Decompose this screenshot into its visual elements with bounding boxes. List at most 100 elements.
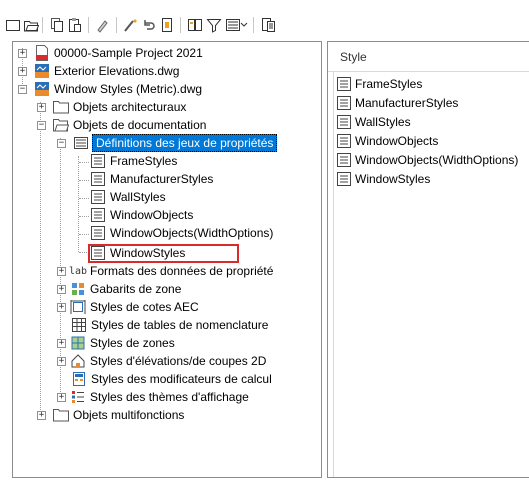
tree-item-styles-tables-nomenclature[interactable]: Styles de tables de nomenclature bbox=[71, 316, 268, 334]
undo-icon[interactable] bbox=[140, 16, 158, 34]
purge-icon[interactable] bbox=[94, 16, 112, 34]
calc-modifier-icon bbox=[71, 371, 87, 387]
tree-item-framestyles[interactable]: FrameStyles bbox=[90, 152, 177, 170]
collapse-icon[interactable]: − bbox=[37, 120, 46, 130]
tree-item-styles-themes-affichage[interactable]: + Styles des thèmes d'affichage bbox=[57, 388, 249, 406]
expand-icon[interactable]: + bbox=[18, 66, 27, 76]
elevation-section-icon bbox=[70, 353, 86, 369]
style-icon bbox=[90, 153, 106, 169]
expand-icon[interactable]: + bbox=[57, 338, 66, 348]
tree-item-label: Objets architecturaux bbox=[73, 100, 187, 114]
collapse-icon[interactable]: − bbox=[57, 138, 66, 148]
tree-connector bbox=[78, 156, 79, 252]
tree-item-wallstyles[interactable]: WallStyles bbox=[90, 188, 166, 206]
publish-icon[interactable] bbox=[259, 16, 277, 34]
filter-icon[interactable] bbox=[205, 16, 223, 34]
style-icon bbox=[90, 225, 106, 241]
tree-item-styles-modificateurs-calcul[interactable]: Styles des modificateurs de calcul bbox=[71, 370, 272, 388]
tree-item-objets-architecturaux[interactable]: + Objets architecturaux bbox=[37, 98, 186, 116]
expand-icon[interactable]: + bbox=[37, 410, 46, 420]
expand-icon[interactable]: + bbox=[37, 102, 46, 112]
tree-connector bbox=[79, 162, 89, 163]
expand-icon[interactable]: + bbox=[57, 392, 66, 402]
tree-item-label: Styles de cotes AEC bbox=[90, 300, 199, 314]
tree-item-exterior-elevations[interactable]: + Exterior Elevations.dwg bbox=[18, 62, 179, 80]
expand-icon[interactable]: + bbox=[18, 48, 27, 58]
tree-item-windowobjects[interactable]: WindowObjects bbox=[90, 206, 193, 224]
tree-item-gabarits-zone[interactable]: + Gabarits de zone bbox=[57, 280, 181, 298]
toolbar bbox=[0, 0, 529, 40]
tree-item-label: WindowObjects(WidthOptions) bbox=[110, 226, 274, 240]
repath-icon[interactable] bbox=[122, 16, 140, 34]
folder-icon bbox=[53, 99, 69, 115]
expand-icon[interactable]: + bbox=[57, 302, 66, 312]
tree-item-styles-zones[interactable]: + Styles de zones bbox=[57, 334, 175, 352]
dimension-style-icon bbox=[70, 299, 86, 315]
tree-item-label: Exterior Elevations.dwg bbox=[54, 64, 180, 78]
tree-item-styles-elevations-coupes[interactable]: + Styles d'élévations/de coupes 2D bbox=[57, 352, 266, 370]
tree-item-label: Styles d'élévations/de coupes 2D bbox=[90, 354, 267, 368]
compare-icon[interactable] bbox=[186, 16, 204, 34]
folder-open-icon bbox=[53, 117, 69, 133]
open-icon[interactable] bbox=[22, 16, 40, 34]
paste-icon[interactable] bbox=[66, 16, 84, 34]
style-list-panel[interactable]: Style FrameStyles ManufacturerStyles Wal… bbox=[327, 41, 529, 478]
tree-item-window-styles-dwg[interactable]: − Window Styles (Metric).dwg bbox=[18, 80, 202, 98]
tree-item-label: Gabarits de zone bbox=[90, 282, 182, 296]
tree-item-manufacturerstyles[interactable]: ManufacturerStyles bbox=[90, 170, 213, 188]
tree-item-label: Définitions des jeux de propriétés bbox=[92, 134, 278, 152]
highlight-box bbox=[88, 244, 239, 263]
tree-item-label: Styles des modificateurs de calcul bbox=[91, 372, 272, 386]
tree-item-objets-documentation[interactable]: − Objets de documentation bbox=[37, 116, 206, 134]
dwg-file-icon bbox=[34, 63, 50, 79]
tree-connector bbox=[40, 102, 41, 414]
tree-item-objets-multifonctions[interactable]: + Objets multifonctions bbox=[37, 406, 184, 424]
collapse-icon[interactable]: − bbox=[18, 84, 27, 94]
tree-connector bbox=[79, 234, 89, 235]
tree-item-definitions-jeux-proprietes[interactable]: − Définitions des jeux de propriétés bbox=[57, 134, 278, 152]
style-icon bbox=[336, 133, 352, 149]
style-icon bbox=[90, 189, 106, 205]
tree-connector bbox=[79, 216, 89, 217]
tree-item-label: Objets multifonctions bbox=[73, 408, 185, 422]
dwg-file-icon bbox=[34, 81, 50, 97]
list-item-label: WindowObjects(WidthOptions) bbox=[355, 152, 519, 167]
list-item-label: WindowObjects bbox=[355, 133, 439, 148]
column-header-style[interactable]: Style bbox=[328, 42, 529, 72]
style-icon bbox=[336, 152, 352, 168]
list-item-label: FrameStyles bbox=[355, 76, 423, 91]
label-format-icon: lab bbox=[68, 265, 88, 277]
expand-icon[interactable]: + bbox=[57, 356, 66, 366]
new-icon[interactable] bbox=[4, 16, 22, 34]
property-set-icon bbox=[73, 135, 89, 151]
tree-item-label: Objets de documentation bbox=[73, 118, 207, 132]
list-item-label: WindowStyles bbox=[355, 171, 431, 186]
list-item-manufacturerstyles[interactable]: ManufacturerStyles bbox=[336, 93, 458, 112]
copy-icon[interactable] bbox=[48, 16, 66, 34]
expand-icon[interactable]: + bbox=[57, 284, 66, 294]
display-theme-icon bbox=[70, 389, 86, 405]
style-icon bbox=[336, 95, 352, 111]
tree-item-formats-donnees[interactable]: + lab Formats des données de propriété bbox=[57, 262, 273, 280]
tree-item-styles-cotes-aec[interactable]: + Styles de cotes AEC bbox=[57, 298, 199, 316]
tree-item-label: WallStyles bbox=[110, 190, 166, 204]
transfer-icon[interactable] bbox=[158, 16, 176, 34]
dropdown-icon[interactable] bbox=[239, 16, 249, 34]
list-item-windowobjects[interactable]: WindowObjects bbox=[336, 131, 438, 150]
list-item-framestyles[interactable]: FrameStyles bbox=[336, 74, 422, 93]
tree-item-label: Formats des données de propriété bbox=[90, 264, 274, 278]
tree-item-label: 00000-Sample Project 2021 bbox=[54, 46, 203, 60]
tree-item-windowobjects-widthoptions[interactable]: WindowObjects(WidthOptions) bbox=[90, 224, 273, 242]
folder-icon bbox=[53, 407, 69, 423]
tree-item-label: ManufacturerStyles bbox=[110, 172, 214, 186]
list-item-windowstyles[interactable]: WindowStyles bbox=[336, 169, 430, 188]
tree-item-label: Styles des thèmes d'affichage bbox=[90, 390, 249, 404]
expand-icon[interactable]: + bbox=[57, 266, 66, 276]
list-item-windowobjects-widthoptions[interactable]: WindowObjects(WidthOptions) bbox=[336, 150, 518, 169]
style-icon bbox=[90, 171, 106, 187]
tree-item-label: Window Styles (Metric).dwg bbox=[54, 82, 203, 96]
tree-connector bbox=[79, 180, 89, 181]
zone-template-icon bbox=[70, 281, 86, 297]
list-item-wallstyles[interactable]: WallStyles bbox=[336, 112, 411, 131]
tree-item-project[interactable]: + 00000-Sample Project 2021 bbox=[18, 44, 203, 62]
